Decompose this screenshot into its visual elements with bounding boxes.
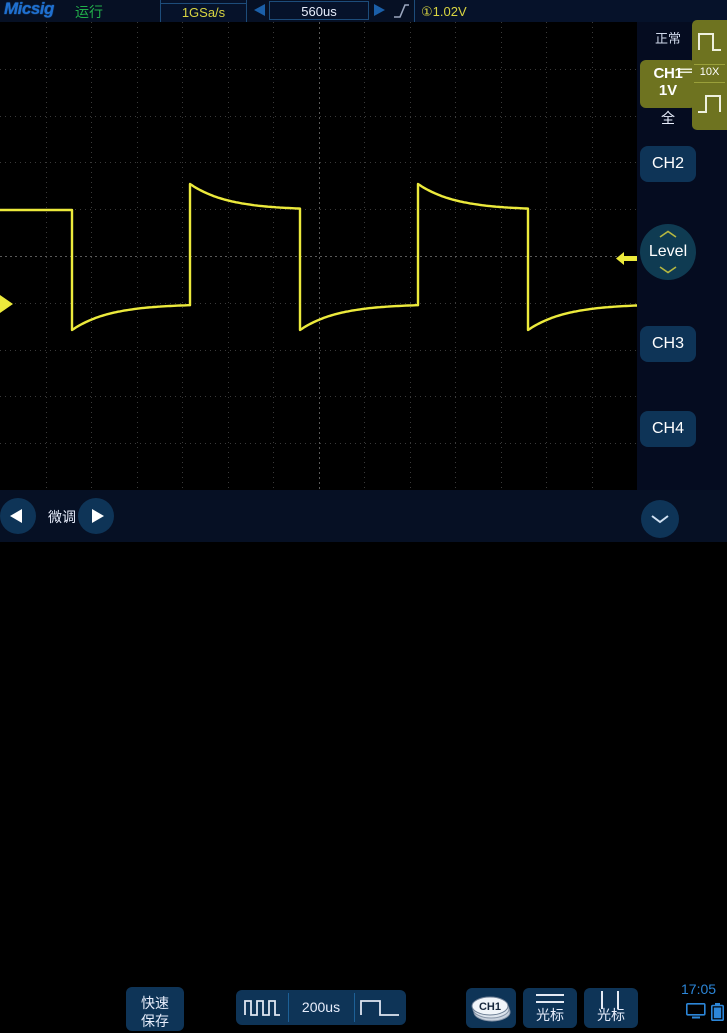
quick-save-line2: 保存 — [126, 1012, 184, 1030]
timebase-window-value: 560us — [269, 1, 369, 20]
more-options-button[interactable] — [641, 500, 679, 538]
svg-text:CH1: CH1 — [479, 1001, 501, 1013]
fine-prev-button[interactable] — [0, 498, 36, 534]
probe-ratio-panel[interactable]: 10X — [692, 20, 727, 130]
quick-save-button[interactable]: 快速 保存 — [126, 987, 184, 1031]
ch1-volts-div: 1V — [640, 82, 696, 99]
play-left-icon — [9, 508, 25, 524]
quick-save-line1: 快速 — [126, 994, 184, 1012]
ch3-button[interactable]: CH3 — [640, 326, 696, 362]
channel-select-button[interactable]: CH1 — [466, 988, 516, 1028]
monitor-icon[interactable] — [686, 1003, 706, 1020]
level-label: Level — [649, 243, 687, 260]
ch1-button[interactable]: CH1 1V — [640, 60, 696, 108]
bottom-toolbar: 微调 快速 保存 200us CH1 — [0, 490, 727, 542]
battery-icon[interactable] — [711, 1003, 724, 1021]
top-status-bar: Micsig 运行 2.8M 1GSa/s 560us ①1.02V — [0, 0, 727, 23]
chevron-up-icon — [658, 230, 678, 238]
trigger-info-panel[interactable]: ①1.02V — [414, 0, 727, 24]
narrow-pulses-icon[interactable] — [236, 990, 288, 1025]
chevron-down-icon — [658, 266, 678, 274]
scroll-left-icon[interactable] — [254, 4, 265, 16]
ch4-button[interactable]: CH4 — [640, 411, 696, 447]
play-right-icon — [89, 508, 105, 524]
horizontal-cursor-button[interactable]: 光标 — [523, 988, 577, 1028]
ch1-waveform-trace — [0, 22, 637, 490]
scroll-right-icon[interactable] — [374, 4, 385, 16]
wide-pulse-icon[interactable] — [354, 990, 406, 1025]
fine-tune-label: 微调 — [41, 507, 83, 527]
ch1-stack-icon: CH1 — [466, 988, 516, 1028]
ground-ref-arrow-icon[interactable] — [0, 295, 13, 313]
ch2-button[interactable]: CH2 — [640, 146, 696, 182]
waveform-display[interactable] — [0, 22, 637, 490]
trigger-level-value: ①1.02V — [421, 3, 467, 21]
timebase-value[interactable]: 200us — [288, 990, 354, 1025]
acquisition-info-panel[interactable]: 2.8M 1GSa/s — [160, 0, 247, 24]
ch1-ground-symbol: 全 — [640, 108, 696, 128]
trigger-level-button[interactable]: Level — [640, 224, 696, 280]
fine-next-button[interactable] — [78, 498, 114, 534]
probe-ratio-value: 10X — [692, 66, 727, 78]
rising-edge-icon[interactable] — [392, 2, 410, 19]
vertical-cursor-label: 光标 — [584, 1005, 638, 1025]
trigger-level-arrow-icon[interactable] — [616, 250, 637, 267]
brand-logo: Micsig — [4, 0, 54, 19]
divider — [694, 64, 725, 65]
oscilloscope-screen: Micsig 运行 2.8M 1GSa/s 560us ①1.02V T — [0, 0, 727, 542]
sample-rate-value: 1GSa/s — [161, 4, 246, 22]
channel-sidebar: 正常 CH1 1V 全 10X CH2 Leve — [637, 22, 727, 490]
vertical-cursor-button[interactable]: 光标 — [584, 988, 638, 1028]
chevron-down-icon — [650, 514, 670, 524]
run-state-label[interactable]: 运行 — [75, 2, 103, 22]
system-clock: 17:05 — [681, 981, 716, 997]
timebase-window-panel[interactable]: 560us — [250, 0, 390, 22]
horizontal-cursor-label: 光标 — [523, 1005, 577, 1025]
pulse-up-icon[interactable] — [692, 20, 727, 64]
pulse-down-icon[interactable] — [692, 82, 727, 126]
timebase-control-group: 200us — [236, 990, 406, 1025]
trigger-mode-label[interactable]: 正常 — [640, 28, 696, 47]
